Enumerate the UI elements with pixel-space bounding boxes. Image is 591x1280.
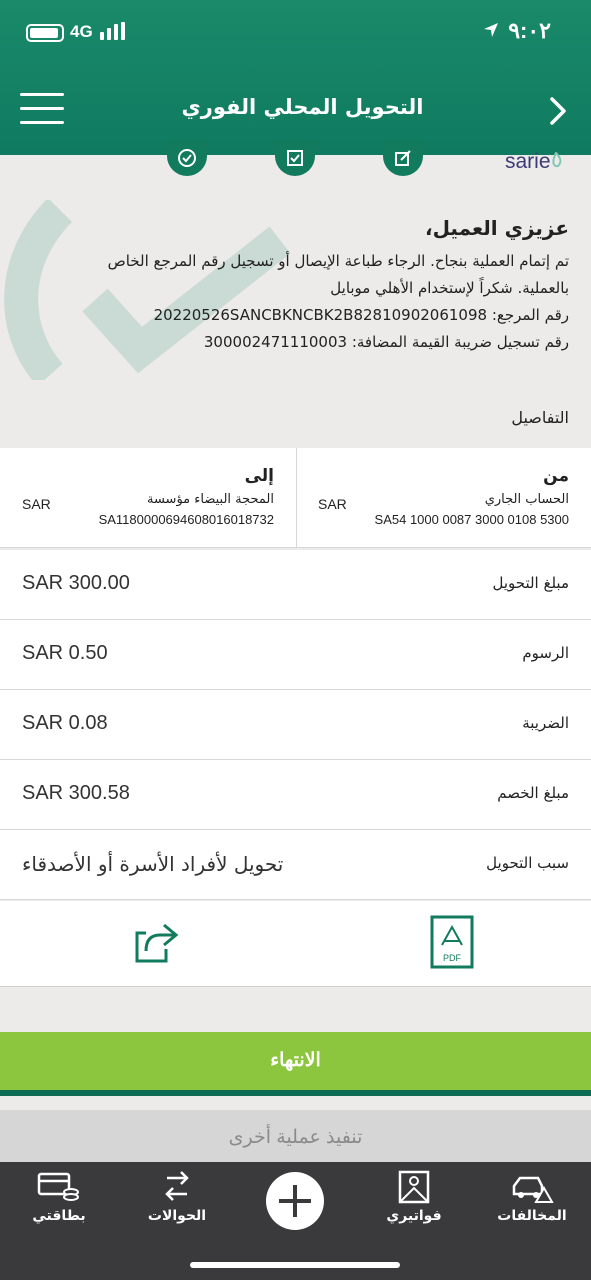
message-line: تم إتمام العملية بنجاح. الرجاء طباعة الإ… [107, 252, 569, 270]
step-confirm-icon [167, 140, 207, 176]
row-value: SAR 0.50 [22, 642, 108, 664]
step-review-icon [275, 140, 315, 176]
message-line: بالعملية. شكراً لإستخدام الأهلي موبايل [330, 279, 569, 297]
cards-icon [37, 1172, 79, 1201]
success-message: عزيزي العميل، تم إتمام العملية بنجاح. ال… [24, 216, 569, 356]
network-type: 4G [70, 22, 93, 41]
from-account-name: الحساب الجاري [484, 492, 569, 507]
finish-button-underline [0, 1090, 591, 1096]
transfer-amount-row: مبلغ التحويل SAR 300.00 [0, 550, 591, 620]
another-transaction-button[interactable]: تنفيذ عملية أخرى [0, 1110, 591, 1162]
sarie-logo-text: sarie [505, 150, 551, 173]
vat-registration-number: رقم تسجيل ضريبة القيمة المضافة: 30000247… [203, 333, 569, 351]
home-indicator [190, 1262, 400, 1268]
nav-label: فواتيري [386, 1208, 442, 1224]
row-label: مبلغ التحويل [492, 574, 569, 592]
from-iban: SA54 1000 0087 3000 0108 5300 [374, 512, 569, 527]
nav-item-cards[interactable]: بطاقتي [14, 1170, 104, 1224]
signal-icon [100, 22, 128, 40]
row-value: SAR 0.08 [22, 712, 108, 734]
status-time: ٩:٠٢ [508, 18, 551, 43]
from-to-panel: من الحساب الجاري SA54 1000 0087 3000 010… [0, 448, 591, 548]
vat-row: الضريبة SAR 0.08 [0, 690, 591, 760]
sarie-drop-icon [551, 152, 561, 168]
receipt-actions: PDF [0, 901, 591, 987]
add-icon[interactable] [266, 1172, 324, 1230]
finish-button[interactable]: الانتهاء [0, 1032, 591, 1090]
row-value: SAR 300.00 [22, 572, 130, 594]
reference-number: رقم المرجع: 20220526SANCBKNCBK2B82810902… [153, 306, 569, 324]
menu-icon[interactable] [20, 93, 64, 125]
to-section: إلى المحجة البيضاء مؤسسة SA1180000694608… [14, 466, 274, 527]
step-edit-icon [383, 140, 423, 176]
nav-label: الحوالات [147, 1208, 207, 1224]
transfer-arrows-icon [165, 1171, 189, 1201]
sarie-logo: sarie [505, 150, 561, 174]
chevron-right-icon[interactable] [547, 96, 569, 126]
to-title: إلى [244, 466, 274, 486]
location-icon [484, 23, 498, 37]
from-currency: SAR [318, 496, 347, 512]
row-label: سبب التحويل [486, 854, 569, 872]
debit-amount-row: مبلغ الخصم SAR 300.58 [0, 760, 591, 830]
transfer-reason-row: سبب التحويل تحويل لأفراد الأسرة أو الأصد… [0, 830, 591, 900]
row-label: الرسوم [522, 644, 569, 662]
page-title: التحويل المحلي الفوري [181, 95, 424, 119]
nav-label: المخالفات [497, 1208, 567, 1224]
fees-row: الرسوم SAR 0.50 [0, 620, 591, 690]
battery-icon [26, 24, 64, 42]
car-warning-icon [512, 1176, 554, 1203]
to-beneficiary-name: المحجة البيضاء مؤسسة [146, 492, 274, 507]
row-label: مبلغ الخصم [497, 784, 569, 802]
to-currency: SAR [22, 496, 51, 512]
nav-label: بطاقتي [32, 1208, 86, 1224]
status-bar: 4G ٩:٠٢ [0, 18, 591, 54]
from-section: من الحساب الجاري SA54 1000 0087 3000 010… [309, 466, 569, 527]
panel-divider [296, 448, 297, 548]
row-value: تحويل لأفراد الأسرة أو الأصدقاء [22, 852, 284, 876]
share-icon[interactable] [134, 921, 182, 965]
row-value: SAR 300.58 [22, 782, 130, 804]
from-title: من [543, 466, 569, 486]
message-heading: عزيزي العميل، [424, 216, 569, 240]
app-header: 4G ٩:٠٢ التحويل المحلي الفوري [0, 0, 591, 155]
row-label: الضريبة [522, 714, 569, 732]
nav-item-bills[interactable]: فواتيري [369, 1170, 459, 1224]
bills-icon [398, 1170, 430, 1204]
details-label: التفاصيل [511, 408, 569, 427]
pdf-label: PDF [443, 953, 462, 963]
pdf-icon[interactable]: PDF [430, 915, 474, 969]
to-iban: SA1180000694608016018732 [98, 512, 274, 527]
nav-item-violations[interactable]: المخالفات [487, 1170, 577, 1224]
nav-item-transfers[interactable]: الحوالات [132, 1170, 222, 1224]
